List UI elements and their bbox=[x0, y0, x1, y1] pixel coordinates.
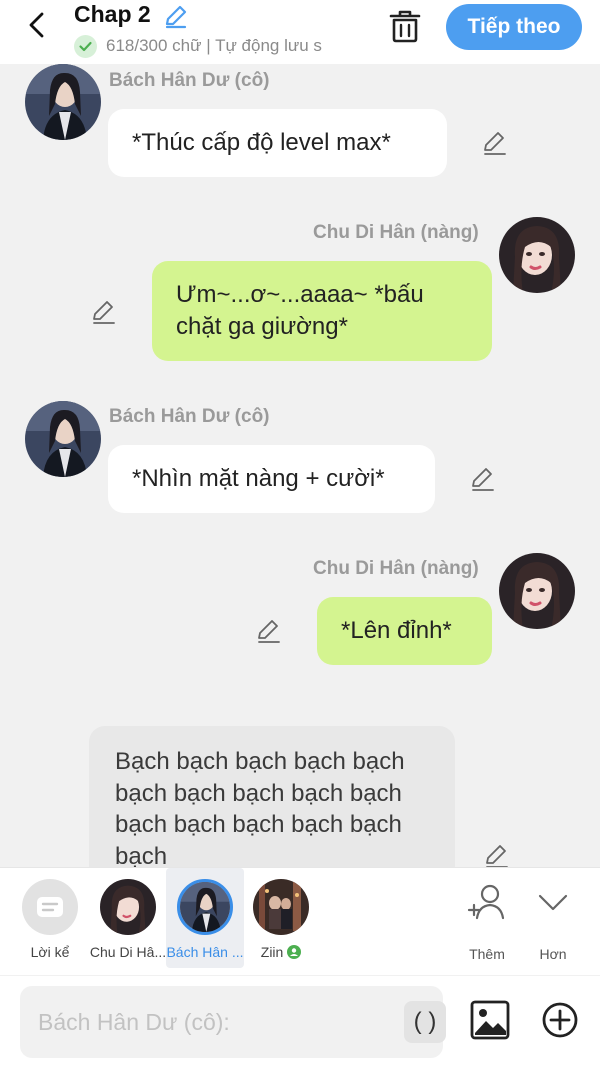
add-character-button[interactable]: Thêm bbox=[457, 878, 517, 962]
check-icon bbox=[74, 34, 97, 58]
tool-label: Hơn bbox=[539, 946, 567, 962]
char-narrator[interactable]: Lời kể bbox=[14, 868, 86, 968]
edit-message-button[interactable] bbox=[255, 617, 283, 645]
message-input-box: ( ) bbox=[20, 986, 446, 1058]
plus-circle-icon bbox=[542, 1002, 578, 1038]
narration-bubble[interactable]: Bạch bạch bạch bạch bạch bạch bạch bạch … bbox=[89, 726, 455, 886]
speaker-name: Bách Hân Dư (cô) bbox=[109, 70, 270, 91]
avatar bbox=[177, 879, 233, 935]
delete-button[interactable] bbox=[386, 8, 424, 44]
pencil-icon bbox=[93, 301, 115, 324]
chevron-down-icon bbox=[538, 894, 568, 911]
avatar-bach-han-du[interactable] bbox=[25, 401, 101, 477]
edit-narration-button[interactable] bbox=[483, 842, 511, 870]
speaker-name: Bách Hân Dư (cô) bbox=[109, 406, 270, 427]
message-bubble[interactable]: *Lên đỉnh* bbox=[317, 597, 492, 665]
char-bach-han-du[interactable]: Bách Hân ... bbox=[166, 868, 244, 968]
edit-message-button[interactable] bbox=[481, 129, 509, 157]
message-input[interactable] bbox=[38, 1004, 368, 1040]
edit-message-button[interactable] bbox=[90, 298, 118, 326]
image-icon bbox=[470, 1000, 510, 1040]
trash-icon bbox=[389, 10, 421, 43]
avatar bbox=[100, 879, 156, 935]
avatar bbox=[253, 879, 309, 935]
message-bubble[interactable]: *Nhìn mặt nàng + cười* bbox=[108, 445, 435, 513]
pencil-icon bbox=[165, 5, 187, 29]
tool-label: Thêm bbox=[469, 946, 505, 962]
char-label: Ziin bbox=[246, 944, 316, 960]
add-button[interactable] bbox=[540, 1000, 580, 1040]
parentheses-button[interactable]: ( ) bbox=[404, 1001, 446, 1043]
char-chu-di-han[interactable]: Chu Di Hâ... bbox=[88, 868, 168, 968]
char-label: Chu Di Hâ... bbox=[89, 944, 167, 960]
speaker-name: Chu Di Hân (nàng) bbox=[313, 222, 479, 243]
message-bubble[interactable]: *Thúc cấp độ level max* bbox=[108, 109, 447, 177]
character-selector: Lời kể Chu Di Hâ... Bách Hân ... Ziin Th… bbox=[0, 867, 600, 975]
composer: ( ) bbox=[0, 976, 600, 1081]
next-button[interactable]: Tiếp theo bbox=[446, 4, 582, 50]
avatar-chu-di-han[interactable] bbox=[499, 217, 575, 293]
pencil-icon bbox=[472, 468, 494, 491]
pencil-icon bbox=[486, 845, 508, 868]
add-person-icon bbox=[467, 884, 505, 920]
edit-message-button[interactable] bbox=[469, 465, 497, 493]
chapter-title: Chap 2 bbox=[74, 1, 151, 27]
top-bar: Chap 2 618/300 chữ | Tự động lưu s Tiếp … bbox=[0, 0, 600, 64]
pencil-icon bbox=[484, 132, 506, 155]
avatar-bach-han-du[interactable] bbox=[25, 64, 101, 140]
person-badge-icon bbox=[287, 945, 302, 959]
back-button[interactable] bbox=[22, 10, 52, 40]
word-count-status: 618/300 chữ | Tự động lưu s bbox=[106, 36, 322, 55]
char-label: Bách Hân ... bbox=[166, 944, 244, 960]
collapse-button[interactable]: Hơn bbox=[523, 878, 583, 962]
speaker-name: Chu Di Hân (nàng) bbox=[313, 558, 479, 579]
save-status: 618/300 chữ | Tự động lưu s bbox=[74, 34, 322, 58]
narrator-icon bbox=[22, 879, 78, 935]
char-ziin[interactable]: Ziin bbox=[246, 868, 316, 968]
message-bubble[interactable]: Ưm~...ơ~...aaaa~ *bấu chặt ga giường* bbox=[152, 261, 492, 361]
avatar-chu-di-han[interactable] bbox=[499, 553, 575, 629]
edit-title-button[interactable] bbox=[162, 2, 190, 30]
char-label: Lời kể bbox=[30, 944, 70, 960]
insert-image-button[interactable] bbox=[470, 1000, 510, 1040]
pencil-icon bbox=[258, 620, 280, 643]
chevron-left-icon bbox=[29, 12, 44, 38]
